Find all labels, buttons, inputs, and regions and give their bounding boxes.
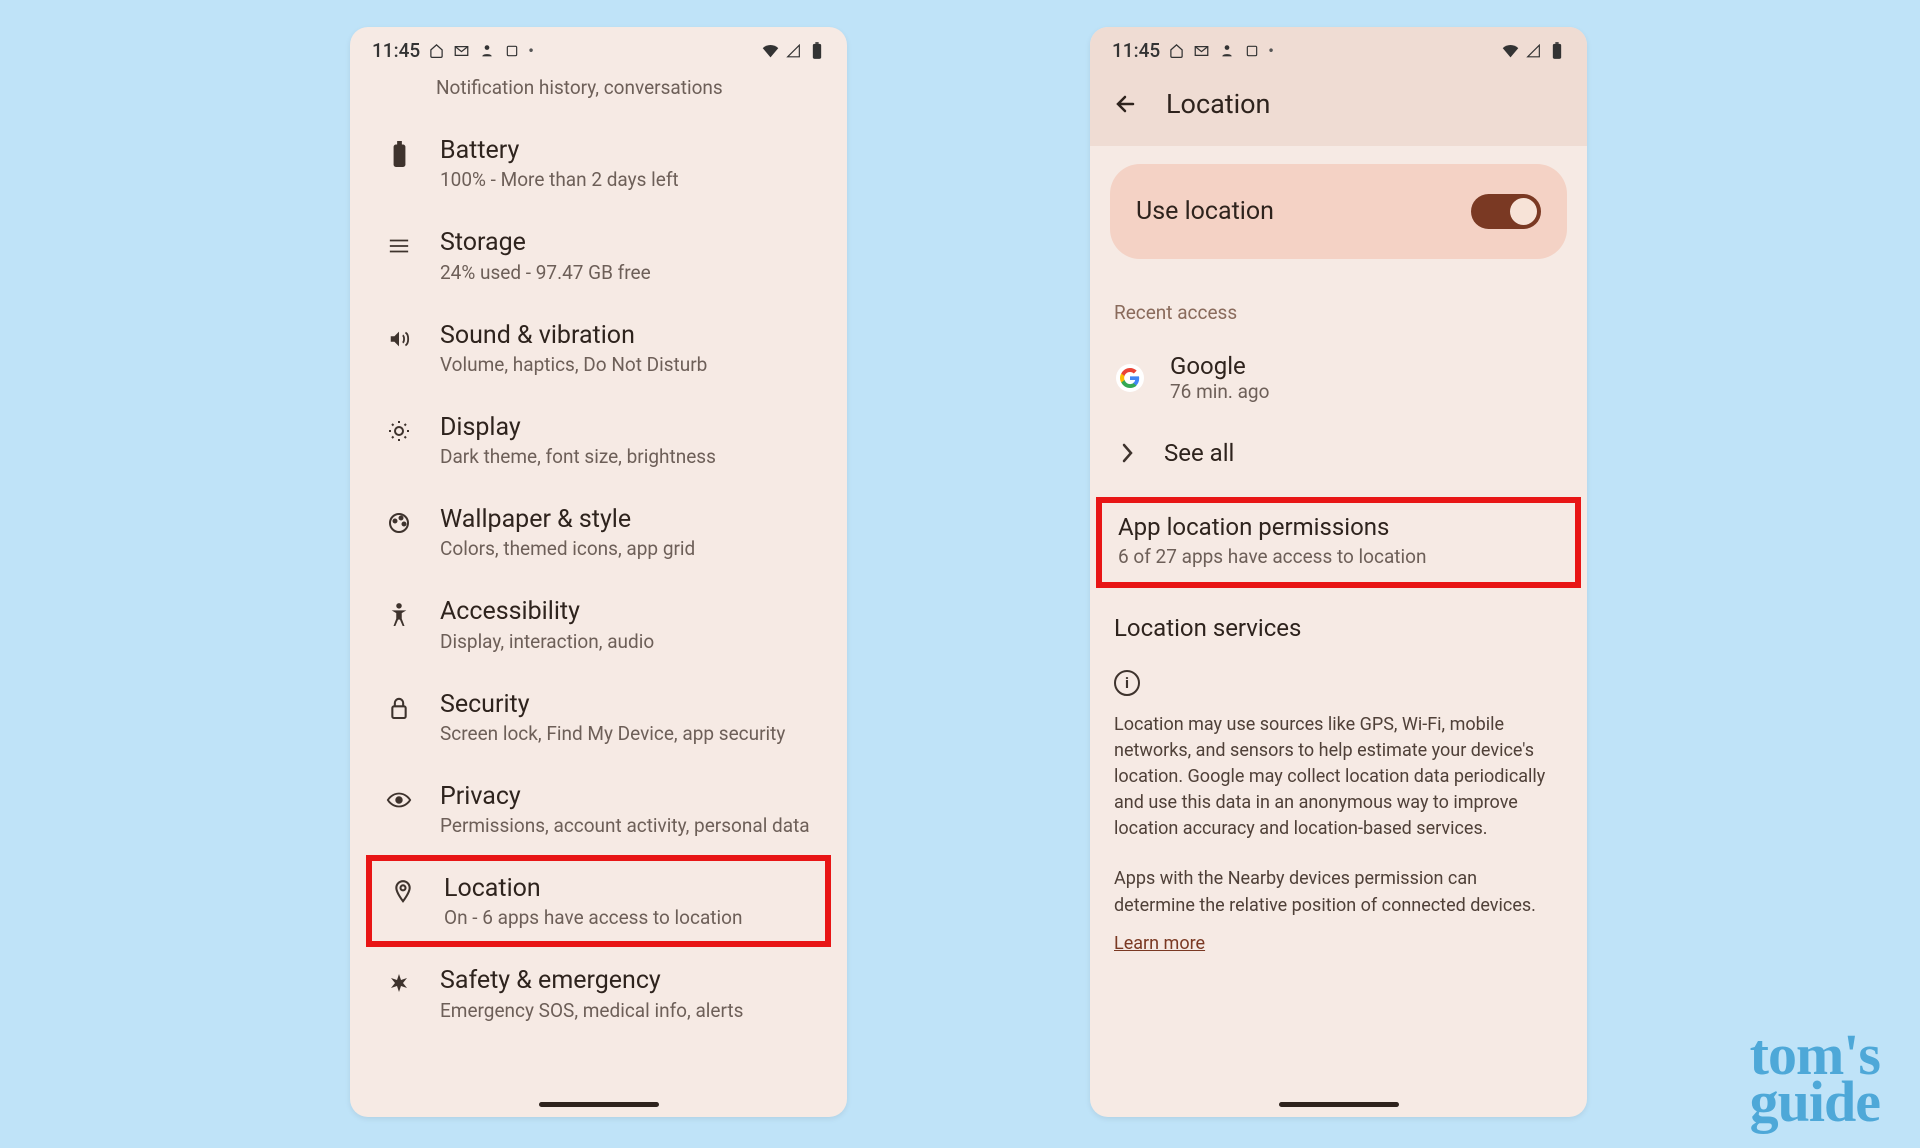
- location-icon: [390, 877, 416, 907]
- info-icon: i: [1114, 670, 1140, 696]
- recent-access-label: Recent access: [1114, 301, 1563, 324]
- nav-pill[interactable]: [539, 1102, 659, 1107]
- watermark-toms-guide: tom's guide: [1750, 1031, 1880, 1126]
- settings-item-security[interactable]: Security Screen lock, Find My Device, ap…: [350, 671, 847, 763]
- settings-item-subtitle: Permissions, account activity, personal …: [440, 814, 815, 837]
- chevron-right-icon: [1118, 442, 1136, 464]
- info-icon-row: i: [1110, 650, 1567, 706]
- see-all-button[interactable]: See all: [1110, 417, 1567, 489]
- status-bar: 11:45 •: [350, 27, 847, 68]
- settings-item-title: Location: [444, 873, 811, 904]
- wifi-icon: [762, 42, 779, 59]
- app-permissions-title: App location permissions: [1118, 513, 1559, 541]
- privacy-icon: [386, 785, 412, 815]
- settings-item-subtitle: Dark theme, font size, brightness: [440, 445, 815, 468]
- wallpaper-icon: [386, 508, 412, 538]
- settings-item-title: Safety & emergency: [440, 965, 815, 996]
- settings-item-title: Wallpaper & style: [440, 504, 815, 535]
- toggle-on-icon[interactable]: [1471, 194, 1541, 229]
- settings-item-subtitle: Display, interaction, audio: [440, 630, 815, 653]
- settings-item-title: Storage: [440, 227, 815, 258]
- settings-item-subtitle: Colors, themed icons, app grid: [440, 537, 815, 560]
- highlight-location: Location On - 6 apps have access to loca…: [366, 855, 831, 947]
- settings-item-subtitle: On - 6 apps have access to location: [444, 906, 811, 929]
- signal-icon: [785, 42, 802, 59]
- see-all-label: See all: [1164, 439, 1234, 467]
- status-bar: 11:45 •: [1090, 27, 1587, 68]
- settings-item-subtitle: Volume, haptics, Do Not Disturb: [440, 353, 815, 376]
- google-icon: [1116, 364, 1144, 392]
- status-time: 11:45: [372, 39, 420, 62]
- use-location-label: Use location: [1136, 197, 1274, 226]
- settings-item-title: Battery: [440, 135, 815, 166]
- notifications-subtitle-partial: Notification history, conversations: [350, 68, 847, 117]
- back-button[interactable]: [1114, 92, 1138, 116]
- person-icon: [478, 42, 495, 59]
- settings-item-storage[interactable]: Storage 24% used - 97.47 GB free: [350, 209, 847, 301]
- overflow-dot-icon: •: [528, 41, 534, 60]
- page-title: Location: [1166, 88, 1270, 120]
- home-icon: [1168, 42, 1185, 59]
- settings-item-sound[interactable]: Sound & vibration Volume, haptics, Do No…: [350, 302, 847, 394]
- settings-item-display[interactable]: Display Dark theme, font size, brightnes…: [350, 394, 847, 486]
- app-permissions-subtitle: 6 of 27 apps have access to location: [1118, 545, 1559, 568]
- person-icon: [1218, 42, 1235, 59]
- box-icon: [1243, 42, 1260, 59]
- settings-item-safety[interactable]: Safety & emergency Emergency SOS, medica…: [350, 947, 847, 1039]
- settings-item-location[interactable]: Location On - 6 apps have access to loca…: [372, 861, 825, 941]
- settings-item-wallpaper[interactable]: Wallpaper & style Colors, themed icons, …: [350, 486, 847, 578]
- settings-item-subtitle: 100% - More than 2 days left: [440, 168, 815, 191]
- battery-icon: [808, 42, 825, 59]
- location-info-paragraph-2: Apps with the Nearby devices permission …: [1110, 860, 1567, 918]
- use-location-toggle-row[interactable]: Use location: [1110, 164, 1567, 259]
- nav-pill[interactable]: [1279, 1102, 1399, 1107]
- phone-settings: 11:45 • Notification history, conversati…: [350, 27, 847, 1117]
- watermark-line2: guide: [1750, 1069, 1880, 1134]
- box-icon: [503, 42, 520, 59]
- settings-item-battery[interactable]: Battery 100% - More than 2 days left: [350, 117, 847, 209]
- wifi-icon: [1502, 42, 1519, 59]
- battery-icon: [1548, 42, 1565, 59]
- emergency-icon: [386, 969, 412, 999]
- sound-icon: [386, 324, 412, 354]
- status-time: 11:45: [1112, 39, 1160, 62]
- accessibility-icon: [386, 600, 412, 630]
- settings-item-subtitle: 24% used - 97.47 GB free: [440, 261, 815, 284]
- settings-item-accessibility[interactable]: Accessibility Display, interaction, audi…: [350, 578, 847, 670]
- overflow-dot-icon: •: [1268, 41, 1274, 60]
- home-icon: [428, 42, 445, 59]
- app-permissions-row[interactable]: App location permissions 6 of 27 apps ha…: [1118, 513, 1559, 568]
- signal-icon: [1525, 42, 1542, 59]
- settings-item-title: Display: [440, 412, 815, 443]
- battery-icon: [386, 139, 412, 169]
- recent-app-name: Google: [1170, 352, 1269, 380]
- phone-location: 11:45 • Location Use location Recent acc…: [1090, 27, 1587, 1117]
- settings-item-title: Privacy: [440, 781, 815, 812]
- settings-item-subtitle: Screen lock, Find My Device, app securit…: [440, 722, 815, 745]
- location-header: Location: [1090, 68, 1587, 146]
- location-info-paragraph-1: Location may use sources like GPS, Wi-Fi…: [1110, 706, 1567, 842]
- display-icon: [386, 416, 412, 446]
- settings-item-subtitle: Emergency SOS, medical info, alerts: [440, 999, 815, 1022]
- learn-more-link[interactable]: Learn more: [1110, 919, 1209, 968]
- settings-item-title: Security: [440, 689, 815, 720]
- highlight-app-permissions: App location permissions 6 of 27 apps ha…: [1096, 497, 1581, 588]
- location-services-row[interactable]: Location services: [1110, 588, 1567, 650]
- recent-app-time: 76 min. ago: [1170, 380, 1269, 403]
- gmail-icon: [1193, 42, 1210, 59]
- security-icon: [386, 693, 412, 723]
- settings-item-privacy[interactable]: Privacy Permissions, account activity, p…: [350, 763, 847, 855]
- recent-access-item-google[interactable]: Google 76 min. ago: [1110, 338, 1567, 417]
- gmail-icon: [453, 42, 470, 59]
- settings-item-title: Accessibility: [440, 596, 815, 627]
- storage-icon: [386, 231, 412, 261]
- settings-item-title: Sound & vibration: [440, 320, 815, 351]
